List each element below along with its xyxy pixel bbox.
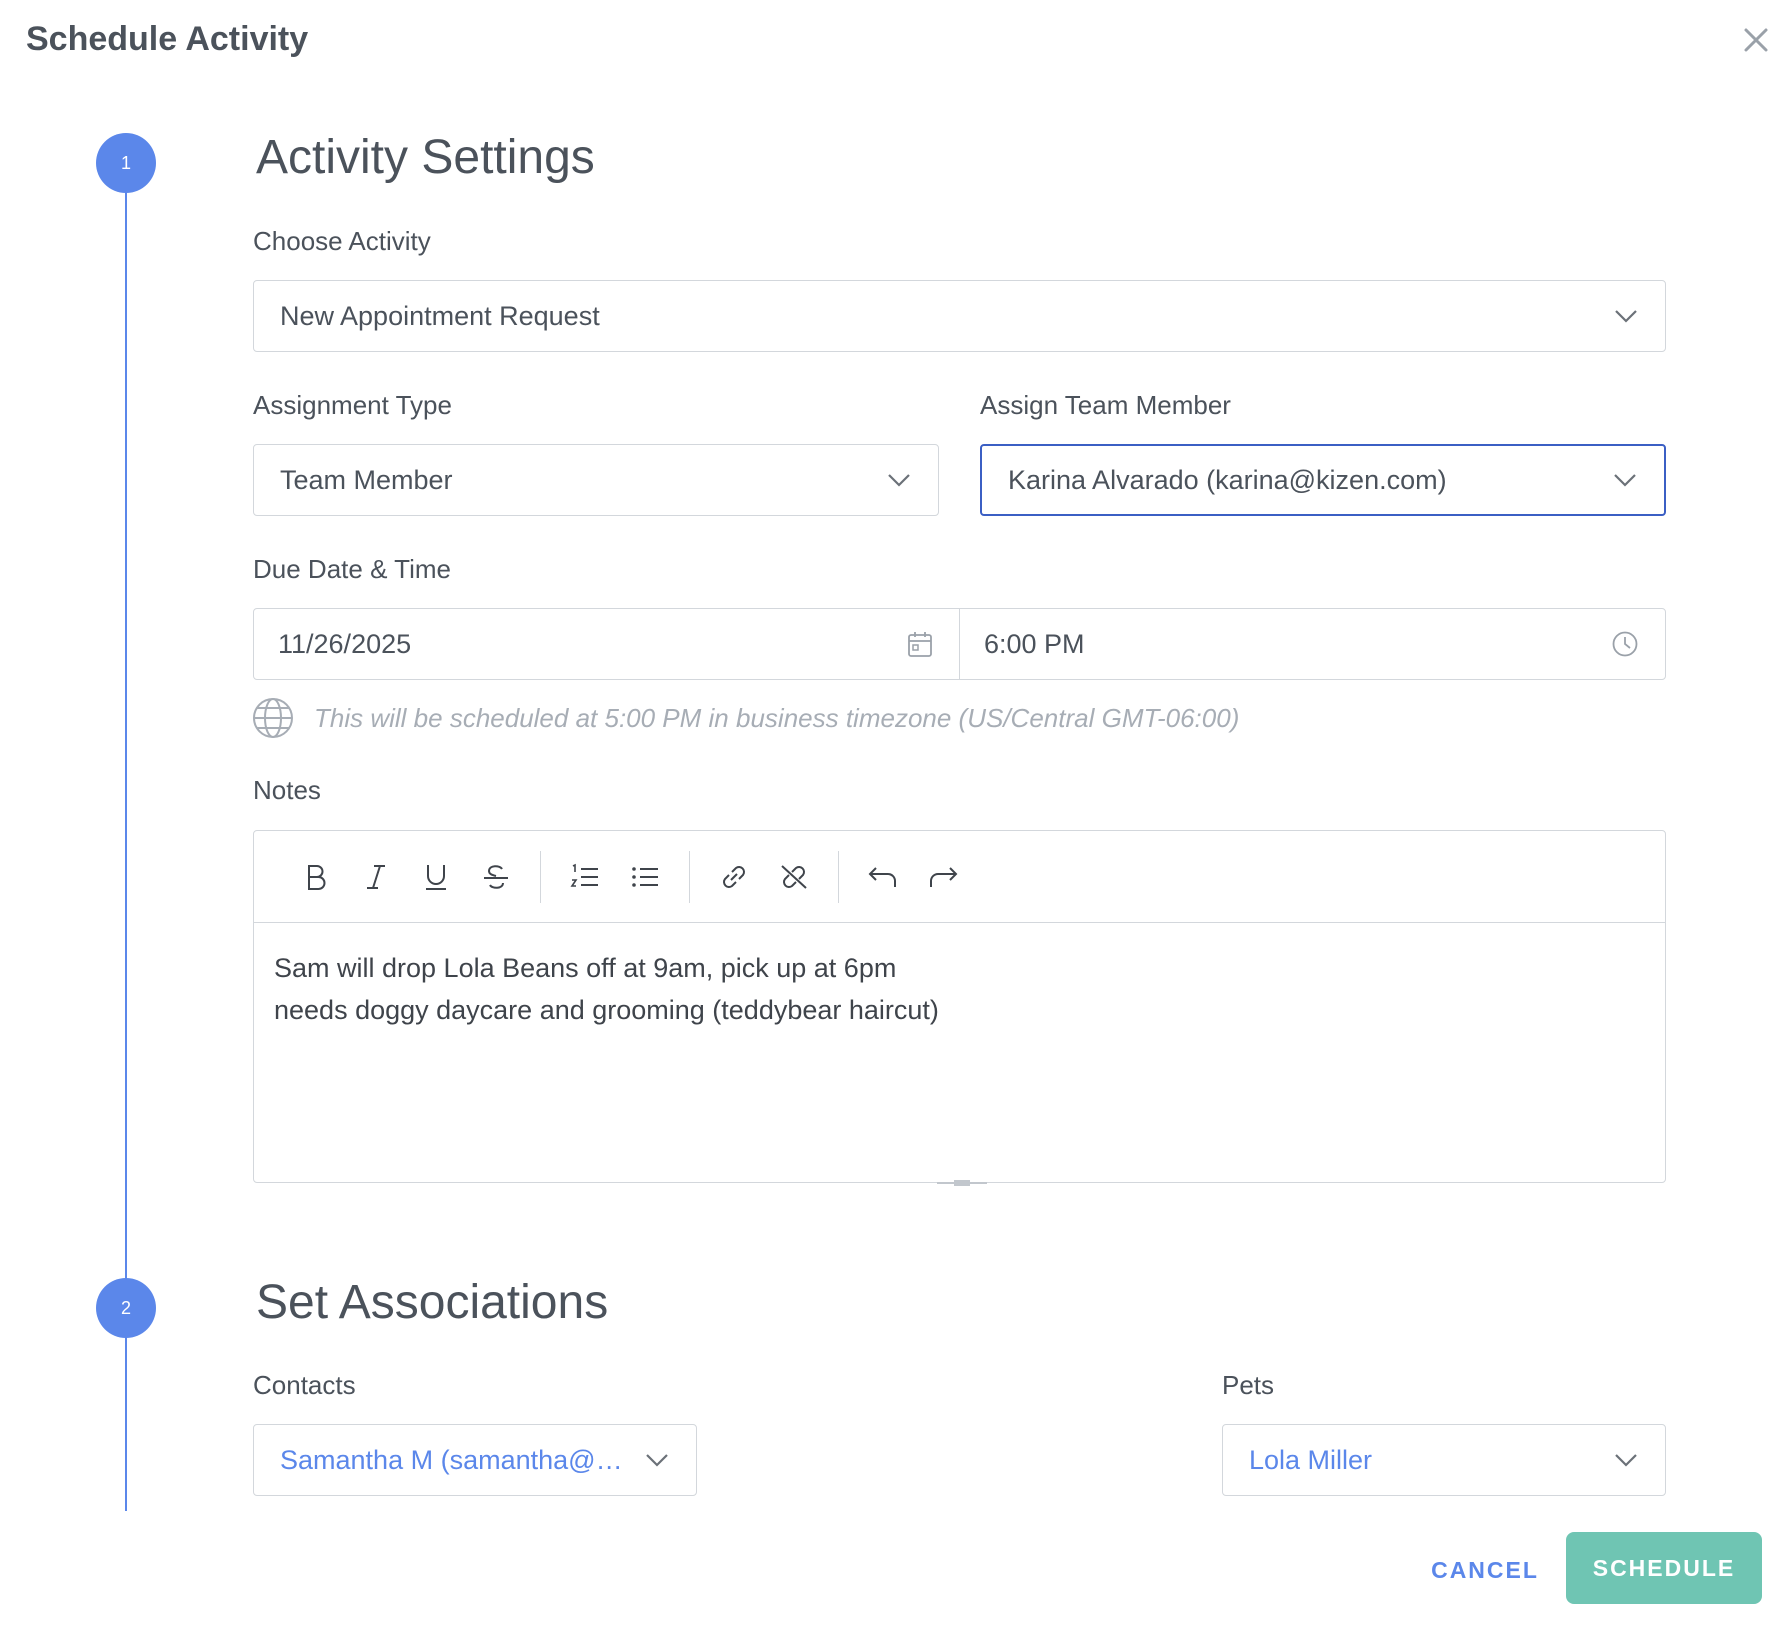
notes-line: needs doggy daycare and grooming (teddyb… — [274, 995, 939, 1025]
underline-icon[interactable] — [406, 847, 466, 907]
undo-icon[interactable] — [853, 847, 913, 907]
chevron-down-icon — [646, 1454, 668, 1467]
dialog-footer: CANCEL SCHEDULE — [0, 1532, 1784, 1608]
schedule-button[interactable]: SCHEDULE — [1566, 1532, 1762, 1604]
chevron-down-icon — [1615, 310, 1637, 323]
step-number-2: 2 — [96, 1278, 156, 1338]
assign-team-member-label: Assign Team Member — [980, 390, 1231, 420]
calendar-icon[interactable] — [907, 630, 933, 658]
step-connector — [125, 190, 127, 1280]
due-time-input[interactable]: 6:00 PM — [959, 609, 1665, 679]
close-icon[interactable] — [1738, 22, 1774, 58]
chevron-down-icon — [1615, 1454, 1637, 1467]
bullet-list-icon[interactable] — [615, 847, 675, 907]
notes-textarea[interactable]: Sam will drop Lola Beans off at 9am, pic… — [254, 923, 1665, 1055]
assignment-type-select[interactable]: Team Member — [253, 444, 939, 516]
toolbar-divider — [838, 850, 839, 903]
due-date-value: 11/26/2025 — [278, 628, 412, 659]
contacts-label: Contacts — [253, 1370, 356, 1400]
toolbar-divider — [689, 850, 690, 903]
dialog-title: Schedule Activity — [26, 20, 309, 58]
ordered-list-icon[interactable] — [555, 847, 615, 907]
due-time-value: 6:00 PM — [984, 628, 1085, 659]
due-date-input[interactable]: 11/26/2025 — [254, 609, 959, 679]
choose-activity-select[interactable]: New Appointment Request — [253, 280, 1666, 352]
choose-activity-value: New Appointment Request — [280, 300, 600, 331]
step-connector — [125, 1336, 127, 1511]
timezone-note: This will be scheduled at 5:00 PM in bus… — [252, 697, 1239, 739]
bold-icon[interactable] — [286, 847, 346, 907]
redo-icon[interactable] — [913, 847, 973, 907]
editor-toolbar — [254, 831, 1665, 923]
notes-line: Sam will drop Lola Beans off at 9am, pic… — [274, 953, 897, 983]
contacts-select[interactable]: Samantha M (samantha@fa... — [253, 1424, 697, 1496]
assignment-type-label: Assignment Type — [253, 390, 452, 420]
resize-handle-icon[interactable] — [937, 1180, 987, 1186]
timezone-note-text: This will be scheduled at 5:00 PM in bus… — [314, 702, 1240, 733]
link-icon[interactable] — [704, 847, 764, 907]
pets-label: Pets — [1222, 1370, 1275, 1400]
pets-select[interactable]: Lola Miller — [1222, 1424, 1666, 1496]
globe-icon — [253, 698, 293, 738]
unlink-icon[interactable] — [764, 847, 824, 907]
notes-editor: Sam will drop Lola Beans off at 9am, pic… — [253, 830, 1666, 1183]
toolbar-divider — [540, 850, 541, 903]
section-title-activity-settings: Activity Settings — [256, 131, 595, 184]
chevron-down-icon — [1614, 474, 1636, 487]
cancel-button[interactable]: CANCEL — [1420, 1532, 1550, 1608]
contacts-value[interactable]: Samantha M (samantha@fa... — [280, 1445, 644, 1476]
notes-label: Notes — [253, 775, 321, 805]
choose-activity-label: Choose Activity — [253, 226, 431, 256]
chevron-down-icon — [888, 474, 910, 487]
assign-team-member-value: Karina Alvarado (karina@kizen.com) — [1008, 464, 1447, 495]
clock-icon[interactable] — [1611, 630, 1639, 658]
strikethrough-icon[interactable] — [466, 847, 526, 907]
assign-team-member-select[interactable]: Karina Alvarado (karina@kizen.com) — [980, 444, 1666, 516]
pets-value[interactable]: Lola Miller — [1249, 1445, 1613, 1476]
italic-icon[interactable] — [346, 847, 406, 907]
section-title-set-associations: Set Associations — [256, 1276, 609, 1329]
due-date-time-label: Due Date & Time — [253, 554, 451, 584]
assignment-type-value: Team Member — [280, 464, 453, 495]
step-number-1: 1 — [96, 133, 156, 193]
due-date-time-group: 11/26/2025 6:00 PM — [253, 608, 1666, 680]
